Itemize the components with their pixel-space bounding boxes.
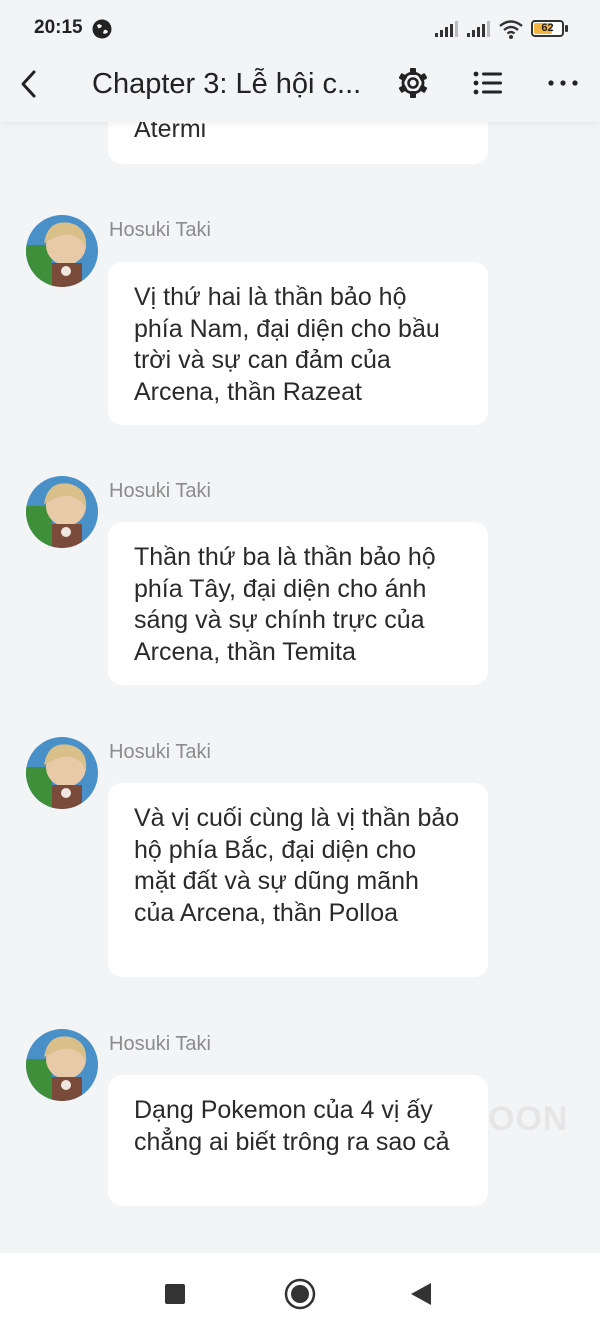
sender-name: Hosuki Taki bbox=[109, 741, 211, 763]
list-icon[interactable] bbox=[472, 68, 504, 98]
back-icon[interactable] bbox=[410, 1282, 432, 1306]
message-bubble: Và vị cuối cùng là vị thần bảo hộ phía B… bbox=[108, 783, 488, 977]
chapter-title: Chapter 3: Lễ hội c... bbox=[92, 68, 362, 100]
sender-name: Hosuki Taki bbox=[109, 480, 211, 502]
signal-icon bbox=[467, 21, 490, 37]
battery-percent: 62 bbox=[541, 22, 554, 34]
status-time: 20:15 bbox=[34, 17, 83, 38]
toolbar: Chapter 3: Lễ hội c... bbox=[0, 56, 600, 122]
battery-icon: 62 bbox=[531, 20, 564, 37]
message-text: Vị thứ hai là thần bảo hộ phía Nam, đại … bbox=[134, 283, 440, 406]
message-text: Và vị cuối cùng là vị thần bảo hộ phía B… bbox=[134, 804, 460, 927]
message-bubble: Thần thứ ba là thần bảo hộ phía Tây, đại… bbox=[108, 522, 488, 685]
avatar[interactable] bbox=[26, 476, 98, 548]
globe-icon bbox=[92, 19, 112, 39]
wifi-icon bbox=[499, 20, 523, 39]
status-bar: 20:15 62 bbox=[0, 0, 600, 56]
message-bubble: Vị thứ hai là thần bảo hộ phía Nam, đại … bbox=[108, 262, 488, 425]
chat-area[interactable]: Atermi Hosuki Taki Vị thứ hai là thần bả… bbox=[0, 0, 600, 1253]
avatar-image bbox=[26, 476, 98, 548]
avatar-image bbox=[26, 1029, 98, 1101]
gear-icon[interactable] bbox=[396, 66, 430, 100]
avatar[interactable] bbox=[26, 1029, 98, 1101]
system-nav-bar bbox=[0, 1253, 600, 1333]
back-arrow-icon[interactable] bbox=[14, 64, 44, 104]
message-bubble: Dạng Pokemon của 4 vị ấy chẳng ai biết t… bbox=[108, 1075, 488, 1206]
avatar[interactable] bbox=[26, 215, 98, 287]
more-icon[interactable] bbox=[546, 68, 580, 98]
sender-name: Hosuki Taki bbox=[109, 219, 211, 241]
avatar[interactable] bbox=[26, 737, 98, 809]
battery-cap bbox=[565, 25, 568, 32]
signal-icon bbox=[435, 21, 458, 37]
avatar-image bbox=[26, 215, 98, 287]
message-text: Thần thứ ba là thần bảo hộ phía Tây, đại… bbox=[134, 543, 436, 666]
sender-name: Hosuki Taki bbox=[109, 1033, 211, 1055]
avatar-image bbox=[26, 737, 98, 809]
message-text: Dạng Pokemon của 4 vị ấy chẳng ai biết t… bbox=[134, 1096, 450, 1156]
watermark: OON bbox=[488, 1100, 569, 1138]
recent-apps-icon[interactable] bbox=[165, 1284, 185, 1304]
home-icon[interactable] bbox=[284, 1278, 316, 1310]
